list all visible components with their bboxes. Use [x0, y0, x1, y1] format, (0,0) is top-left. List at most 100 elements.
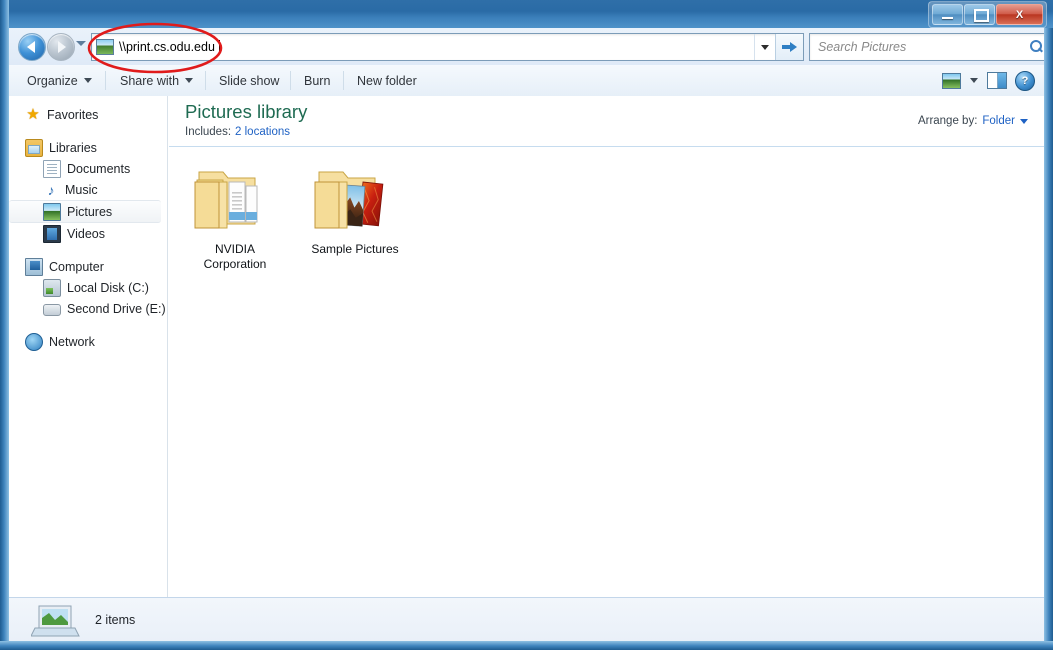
- preview-pane-icon: [987, 72, 1007, 89]
- sidebar-item-second-drive-e[interactable]: Second Drive (E:): [9, 298, 167, 319]
- star-icon: ★: [26, 105, 40, 123]
- back-button[interactable]: [18, 33, 46, 61]
- sidebar-item-label: Libraries: [49, 140, 97, 155]
- pictures-folder-icon: [314, 171, 384, 229]
- share-with-label: Share with: [120, 73, 180, 88]
- address-bar-pictures-icon: [96, 39, 114, 55]
- chevron-down-icon[interactable]: [1020, 118, 1028, 124]
- preview-pane-button[interactable]: [984, 69, 1010, 93]
- window-titlebar[interactable]: X: [0, 0, 1053, 29]
- navigation-pane: ★ Favorites Libraries Documents ♪ Music: [9, 96, 168, 597]
- new-folder-button[interactable]: New folder: [347, 65, 427, 96]
- sidebar-item-local-disk-c[interactable]: Local Disk (C:): [9, 277, 167, 298]
- help-button[interactable]: ?: [1012, 69, 1038, 93]
- recent-pages-chevron-down-icon[interactable]: [76, 41, 86, 46]
- view-options-button[interactable]: [966, 69, 982, 93]
- chevron-down-icon: [761, 44, 769, 50]
- list-item-label: Sample Pictures: [311, 242, 399, 256]
- burn-label: Burn: [304, 73, 331, 88]
- music-icon: ♪: [47, 181, 55, 198]
- organize-label: Organize: [27, 73, 78, 88]
- arrange-by-value[interactable]: Folder: [982, 115, 1015, 127]
- help-icon: ?: [1015, 70, 1035, 91]
- burn-button[interactable]: Burn: [294, 65, 340, 96]
- list-item[interactable]: NVIDIA Corporation: [181, 158, 289, 272]
- maximize-icon: [974, 9, 989, 22]
- search-box[interactable]: Search Pictures: [809, 33, 1053, 61]
- drive-icon: [43, 304, 61, 316]
- search-input[interactable]: Search Pictures: [818, 40, 1030, 54]
- sidebar-item-computer[interactable]: Computer: [9, 256, 167, 277]
- sidebar-item-label: Second Drive (E:): [67, 301, 166, 316]
- address-bar-text-cursor: [218, 40, 220, 54]
- slide-show-button[interactable]: Slide show: [209, 65, 289, 96]
- search-icon: [1030, 40, 1044, 54]
- chevron-down-icon: [185, 78, 194, 83]
- new-folder-label: New folder: [357, 73, 417, 88]
- sidebar-item-documents[interactable]: Documents: [9, 158, 167, 179]
- address-bar-dropdown-button[interactable]: [754, 34, 775, 60]
- chevron-down-icon: [83, 78, 92, 83]
- sidebar-item-network[interactable]: Network: [9, 331, 167, 352]
- list-item[interactable]: Sample Pictures: [301, 158, 409, 272]
- status-text: 2 items: [95, 613, 136, 627]
- computer-icon: [25, 257, 43, 276]
- close-button[interactable]: X: [996, 4, 1043, 25]
- sidebar-item-favorites[interactable]: ★ Favorites: [9, 104, 167, 125]
- library-header: Pictures library Includes: 2 locations Ar…: [169, 96, 1044, 146]
- list-item-label: NVIDIA Corporation: [203, 242, 267, 271]
- go-arrow-icon: [782, 41, 797, 53]
- window-left-edge: [0, 0, 9, 650]
- sidebar-item-pictures[interactable]: Pictures: [9, 200, 161, 223]
- status-bar: 2 items: [9, 597, 1044, 642]
- documents-folder-icon: [194, 171, 258, 229]
- file-list: NVIDIA Corporation Sample Pictures: [181, 158, 409, 272]
- includes-locations-link[interactable]: 2 locations: [235, 126, 290, 138]
- content-divider: [169, 146, 1044, 147]
- sidebar-item-videos[interactable]: Videos: [9, 223, 167, 244]
- minimize-icon: [942, 17, 953, 19]
- sidebar-item-label: Documents: [67, 161, 131, 176]
- libraries-icon: [25, 138, 43, 157]
- navigation-bar: \\print.cs.odu.edu Search Pictures: [9, 28, 1053, 66]
- includes-label: Includes:: [185, 126, 232, 138]
- library-includes: Includes: 2 locations: [185, 126, 290, 138]
- content-pane[interactable]: Pictures library Includes: 2 locations Ar…: [169, 96, 1044, 597]
- sidebar-item-label: Pictures: [67, 204, 113, 219]
- sidebar-item-libraries[interactable]: Libraries: [9, 137, 167, 158]
- toolbar: Organize Share with Slide show Burn New …: [9, 65, 1044, 97]
- toolbar-separator: [105, 71, 106, 90]
- close-icon: X: [1015, 8, 1024, 21]
- window-right-edge: [1044, 28, 1053, 650]
- maximize-button[interactable]: [964, 4, 995, 25]
- address-bar-value: \\print.cs.odu.edu: [119, 40, 215, 54]
- sidebar-item-label: Favorites: [47, 107, 99, 122]
- window-controls: X: [928, 1, 1047, 28]
- arrange-by: Arrange by: Folder: [918, 115, 1028, 127]
- videos-icon: [43, 224, 61, 243]
- minimize-button[interactable]: [932, 4, 963, 25]
- share-with-button[interactable]: Share with: [110, 65, 203, 96]
- change-view-button[interactable]: [938, 69, 964, 93]
- window-body: ★ Favorites Libraries Documents ♪ Music: [9, 96, 1044, 597]
- back-arrow-icon: [27, 41, 35, 53]
- go-button[interactable]: [775, 34, 803, 60]
- organize-button[interactable]: Organize: [17, 65, 102, 96]
- chevron-down-icon: [970, 78, 978, 83]
- local-disk-icon: [43, 278, 61, 297]
- documents-icon: [43, 159, 61, 178]
- forward-button[interactable]: [47, 33, 75, 61]
- sidebar-item-label: Music: [65, 182, 98, 197]
- sidebar-item-music[interactable]: ♪ Music: [9, 179, 167, 200]
- toolbar-separator: [343, 71, 344, 90]
- toolbar-separator: [290, 71, 291, 90]
- page-title: Pictures library: [185, 101, 308, 122]
- sidebar-item-label: Computer: [49, 259, 104, 274]
- explorer-window: X \\print.cs.odu.edu Search Pictures Org…: [0, 0, 1053, 650]
- toolbar-separator: [205, 71, 206, 90]
- address-bar[interactable]: \\print.cs.odu.edu: [91, 33, 804, 61]
- arrange-by-label: Arrange by:: [917, 115, 978, 127]
- sidebar-item-label: Local Disk (C:): [67, 280, 149, 295]
